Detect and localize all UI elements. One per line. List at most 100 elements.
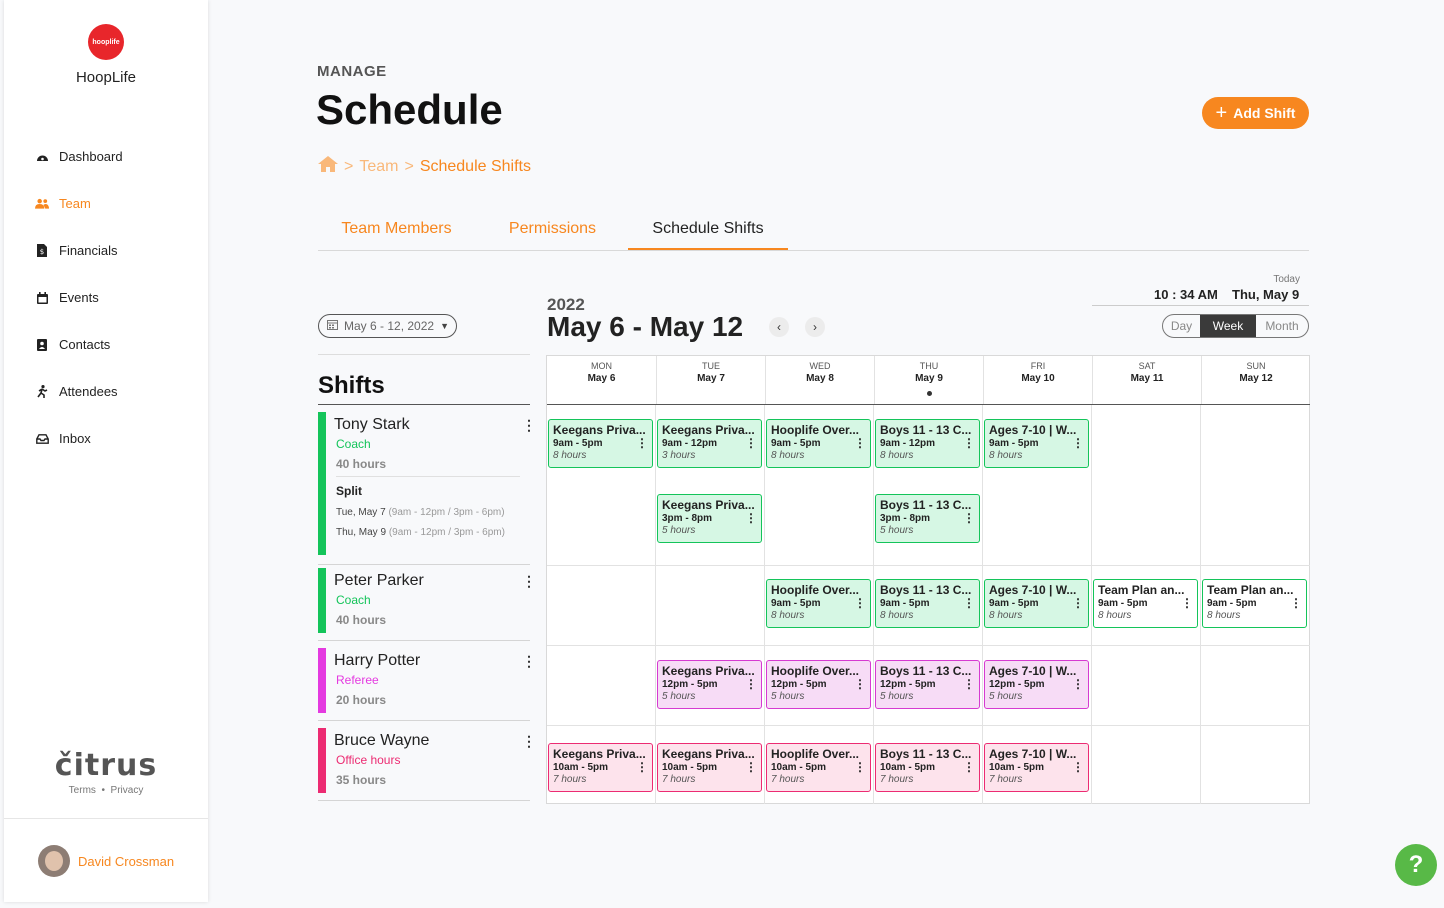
shift-card[interactable]: Team Plan an... 9am - 5pm 8 hours ⋮ — [1202, 579, 1307, 628]
user-name: David Crossman — [78, 853, 175, 869]
more-options-icon[interactable]: ⋮ — [745, 512, 757, 524]
sidebar-item-inbox[interactable]: Inbox — [4, 415, 208, 462]
tab-team-members[interactable]: Team Members — [318, 220, 475, 250]
shift-card[interactable]: Ages 7-10 | W... 10am - 5pm 7 hours ⋮ — [984, 743, 1089, 792]
role-color-bar — [318, 568, 326, 633]
shift-card[interactable]: Hooplife Over... 9am - 5pm 8 hours ⋮ — [766, 579, 871, 628]
shift-card[interactable]: Boys 11 - 13 C... 9am - 5pm 8 hours ⋮ — [875, 579, 980, 628]
person-peter-parker[interactable]: Peter Parker Coach 40 hours ⋮ — [318, 568, 536, 641]
more-options-icon[interactable]: ⋮ — [854, 437, 866, 449]
shift-title: Team Plan an... — [1098, 583, 1185, 597]
sidebar-item-attendees[interactable]: Attendees — [4, 368, 208, 415]
today-indicator — [926, 391, 932, 396]
shift-card[interactable]: Ages 7-10 | W... 9am - 5pm 8 hours ⋮ — [984, 579, 1089, 628]
split-detail: (9am - 12pm / 3pm - 6pm) — [388, 507, 505, 518]
more-options-icon[interactable]: ⋮ — [1181, 597, 1193, 609]
shift-card[interactable]: Team Plan an... 9am - 5pm 8 hours ⋮ — [1093, 579, 1198, 628]
split-heading: Split — [336, 484, 362, 498]
hooplife-logo[interactable]: hooplife — [88, 24, 124, 60]
avatar — [38, 845, 70, 877]
person-role: Coach — [336, 437, 371, 451]
shift-card[interactable]: Boys 11 - 13 C... 10am - 5pm 7 hours ⋮ — [875, 743, 980, 792]
home-icon[interactable] — [318, 156, 338, 177]
help-button[interactable]: ? — [1395, 844, 1437, 886]
grid-column-line — [982, 405, 983, 804]
add-shift-label: Add Shift — [1233, 105, 1296, 121]
shift-hours: 7 hours — [553, 774, 587, 785]
shift-card[interactable]: Ages 7-10 | W... 9am - 5pm 8 hours ⋮ — [984, 419, 1089, 468]
user-profile[interactable]: David Crossman — [38, 845, 174, 877]
date-range-picker[interactable]: May 6 - 12, 2022 ▼ — [318, 314, 457, 338]
more-options-icon[interactable]: ⋮ — [854, 761, 866, 773]
next-week-button[interactable]: › — [805, 317, 825, 337]
sidebar-item-events[interactable]: Events — [4, 274, 208, 321]
person-harry-potter[interactable]: Harry Potter Referee 20 hours ⋮ — [318, 648, 536, 721]
day-of-week: TUE — [702, 361, 720, 371]
shift-card[interactable]: Hooplife Over... 10am - 5pm 7 hours ⋮ — [766, 743, 871, 792]
add-shift-button[interactable]: + Add Shift — [1202, 97, 1309, 129]
sidebar-item-team[interactable]: Team — [4, 180, 208, 227]
more-options-icon[interactable]: ⋮ — [522, 574, 536, 588]
shift-card[interactable]: Keegans Priva... 10am - 5pm 7 hours ⋮ — [657, 743, 762, 792]
shift-title: Hooplife Over... — [771, 583, 860, 597]
shift-hours: 8 hours — [771, 450, 805, 461]
shift-card[interactable]: Boys 11 - 13 C... 9am - 12pm 8 hours ⋮ — [875, 419, 980, 468]
view-week-button[interactable]: Week — [1200, 315, 1256, 337]
person-name: Peter Parker — [334, 572, 424, 589]
more-options-icon[interactable]: ⋮ — [1072, 437, 1084, 449]
more-options-icon[interactable]: ⋮ — [745, 437, 757, 449]
more-options-icon[interactable]: ⋮ — [745, 678, 757, 690]
shift-hours: 5 hours — [771, 691, 805, 702]
shift-card[interactable]: Boys 11 - 13 C... 3pm - 8pm 5 hours ⋮ — [875, 494, 980, 543]
sidebar-item-financials[interactable]: $ Financials — [4, 227, 208, 274]
more-options-icon[interactable]: ⋮ — [854, 597, 866, 609]
inbox-icon — [35, 432, 49, 446]
person-divider — [318, 564, 530, 565]
more-options-icon[interactable]: ⋮ — [963, 512, 975, 524]
more-options-icon[interactable]: ⋮ — [745, 761, 757, 773]
more-options-icon[interactable]: ⋮ — [1072, 678, 1084, 690]
sidebar-item-dashboard[interactable]: Dashboard — [4, 133, 208, 180]
tab-permissions[interactable]: Permissions — [485, 220, 620, 250]
more-options-icon[interactable]: ⋮ — [636, 437, 648, 449]
shift-card[interactable]: Keegans Priva... 9am - 5pm 8 hours ⋮ — [548, 419, 653, 468]
sidebar-item-label: Events — [59, 290, 99, 305]
more-options-icon[interactable]: ⋮ — [963, 597, 975, 609]
shift-hours: 5 hours — [662, 525, 696, 536]
view-day-button[interactable]: Day — [1163, 315, 1200, 337]
more-options-icon[interactable]: ⋮ — [522, 654, 536, 668]
shift-card[interactable]: Keegans Priva... 10am - 5pm 7 hours ⋮ — [548, 743, 653, 792]
breadcrumb: > Team > Schedule Shifts — [318, 156, 531, 177]
more-options-icon[interactable]: ⋮ — [1290, 597, 1302, 609]
split-row: Tue, May 7 (9am - 12pm / 3pm - 6pm) — [336, 507, 505, 518]
more-options-icon[interactable]: ⋮ — [963, 437, 975, 449]
breadcrumb-team[interactable]: Team — [359, 158, 398, 176]
more-options-icon[interactable]: ⋮ — [1072, 597, 1084, 609]
more-options-icon[interactable]: ⋮ — [522, 418, 536, 432]
more-options-icon[interactable]: ⋮ — [963, 678, 975, 690]
shift-card[interactable]: Keegans Priva... 9am - 12pm 3 hours ⋮ — [657, 419, 762, 468]
more-options-icon[interactable]: ⋮ — [522, 734, 536, 748]
privacy-link[interactable]: Privacy — [111, 785, 144, 796]
shift-card[interactable]: Hooplife Over... 12pm - 5pm 5 hours ⋮ — [766, 660, 871, 709]
more-options-icon[interactable]: ⋮ — [963, 761, 975, 773]
person-tony-stark[interactable]: Tony Stark Coach 40 hours ⋮ Split Tue, M… — [318, 412, 536, 565]
terms-link[interactable]: Terms — [69, 785, 96, 796]
prev-week-button[interactable]: ‹ — [769, 317, 789, 337]
shift-card[interactable]: Keegans Priva... 3pm - 8pm 5 hours ⋮ — [657, 494, 762, 543]
sidebar-item-contacts[interactable]: Contacts — [4, 321, 208, 368]
shift-card[interactable]: Keegans Priva... 12pm - 5pm 5 hours ⋮ — [657, 660, 762, 709]
split-row: Thu, May 9 (9am - 12pm / 3pm - 6pm) — [336, 527, 505, 538]
view-toggle: Day Week Month — [1162, 314, 1309, 338]
view-month-button[interactable]: Month — [1256, 315, 1308, 337]
shift-card[interactable]: Boys 11 - 13 C... 12pm - 5pm 5 hours ⋮ — [875, 660, 980, 709]
person-bruce-wayne[interactable]: Bruce Wayne Office hours 35 hours ⋮ — [318, 728, 536, 801]
citrus-logo: čitrus — [54, 748, 158, 783]
more-options-icon[interactable]: ⋮ — [636, 761, 648, 773]
more-options-icon[interactable]: ⋮ — [1072, 761, 1084, 773]
more-options-icon[interactable]: ⋮ — [854, 678, 866, 690]
tab-schedule-shifts[interactable]: Schedule Shifts — [628, 220, 788, 250]
shift-card[interactable]: Ages 7-10 | W... 12pm - 5pm 5 hours ⋮ — [984, 660, 1089, 709]
day-date: May 10 — [1021, 373, 1055, 384]
shift-card[interactable]: Hooplife Over... 9am - 5pm 8 hours ⋮ — [766, 419, 871, 468]
